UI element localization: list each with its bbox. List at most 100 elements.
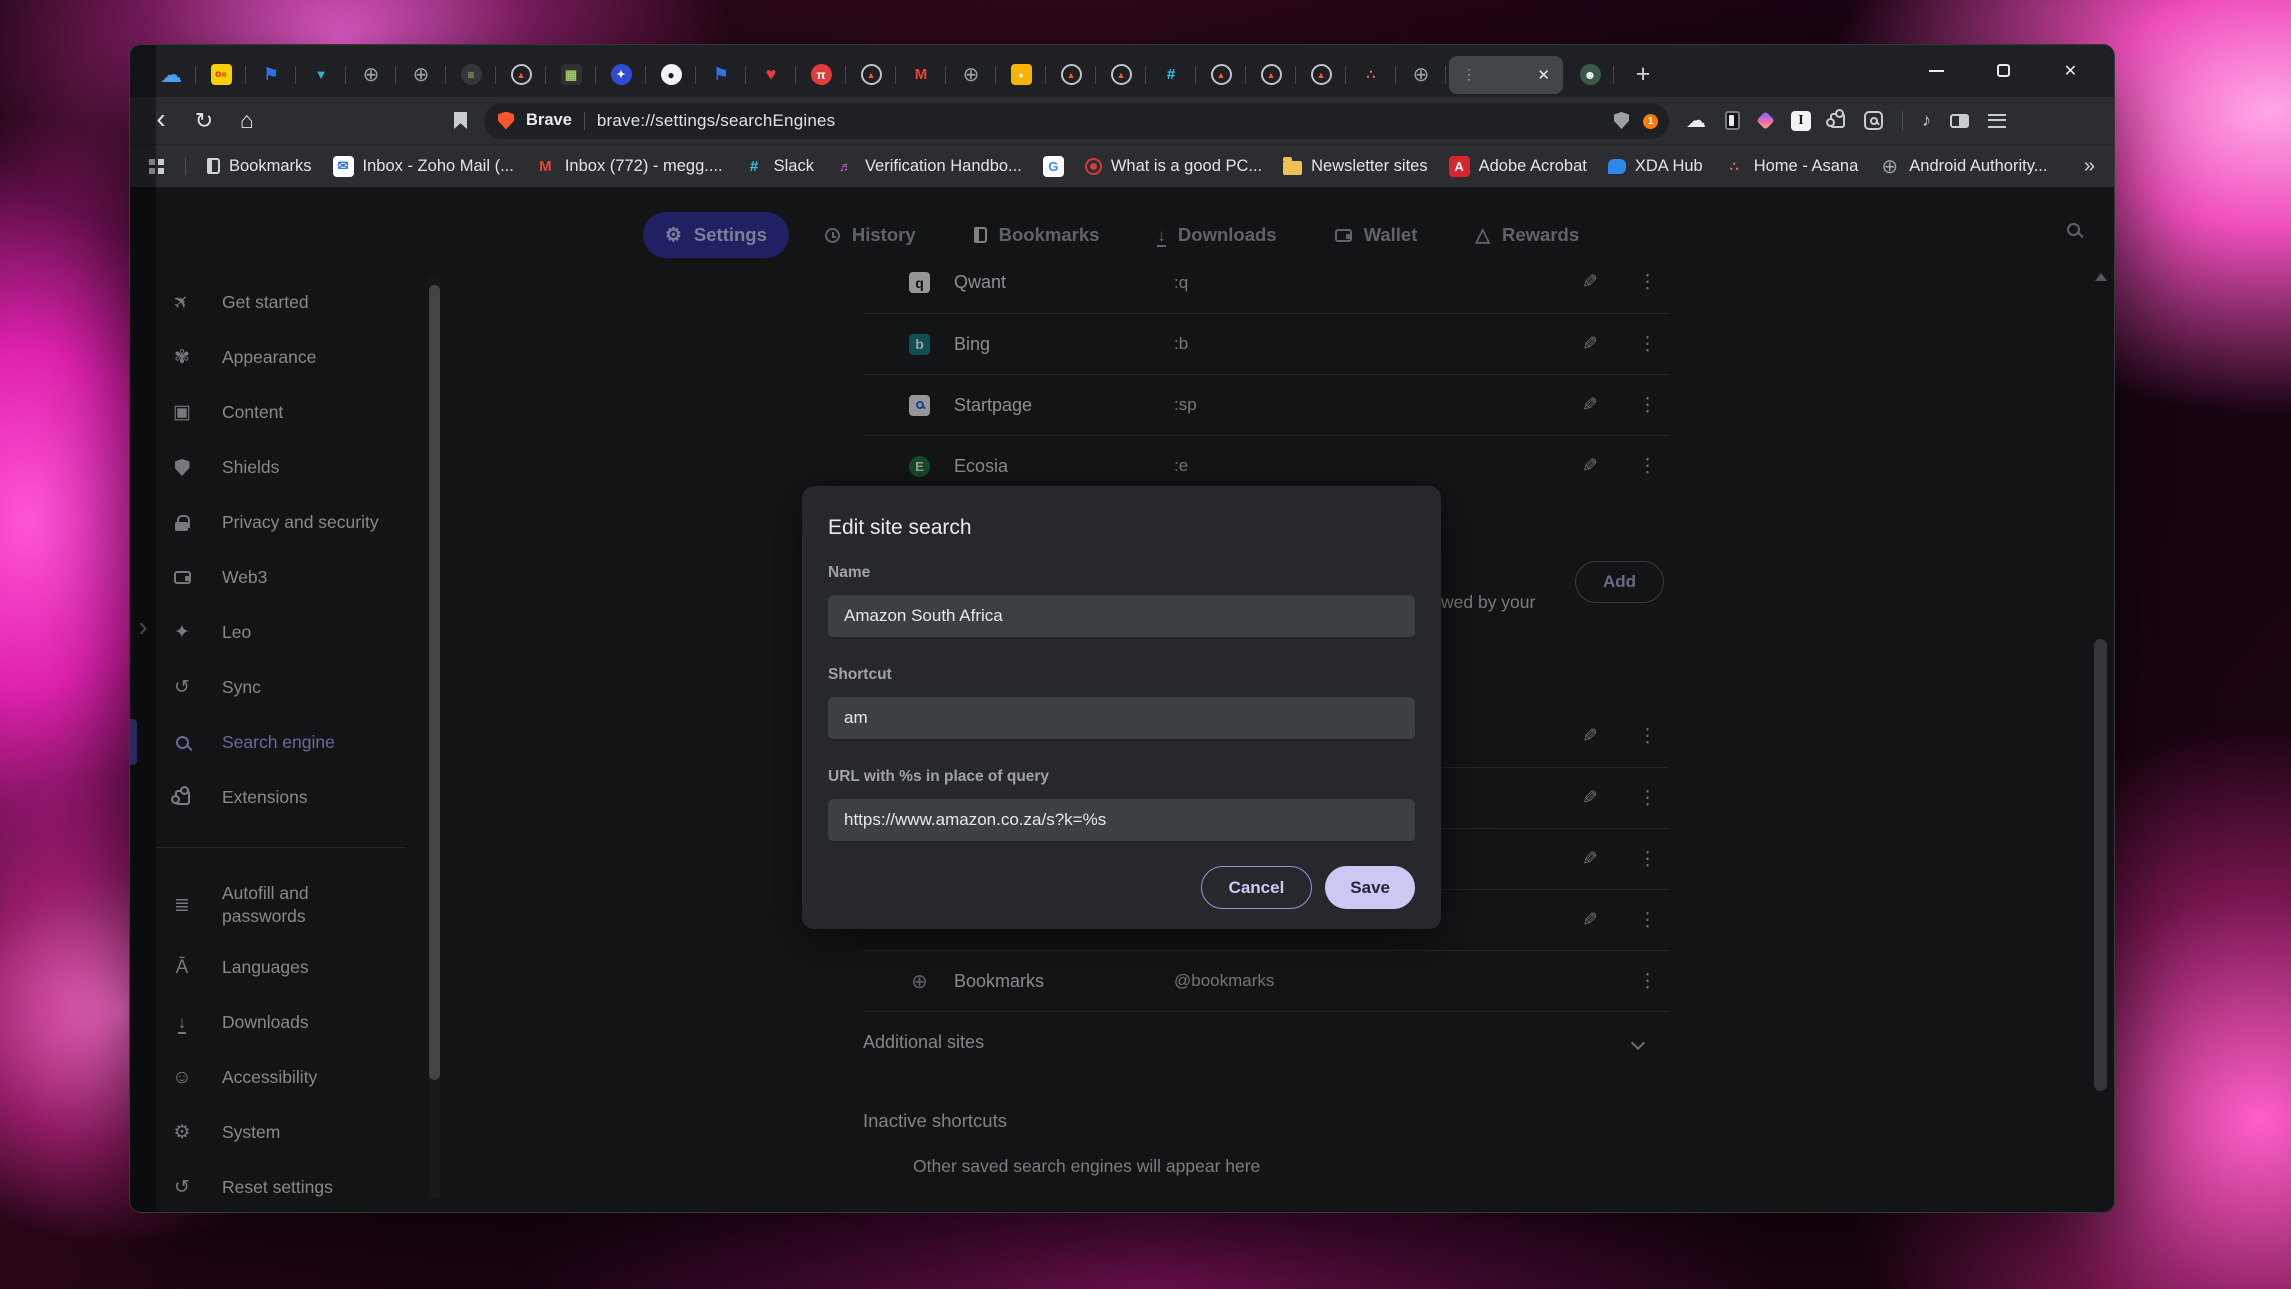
pinned-tab-globe[interactable]: ⊕ [396,57,446,93]
bookmark-label: Inbox (772) - megg.... [565,157,723,176]
settings-page: ⚙SettingsHistoryBookmarks↓DownloadsWalle… [130,187,2114,1212]
url-text[interactable]: brave://settings/searchEngines [597,111,835,131]
globe-icon: ⊕ [411,64,432,85]
slack-icon: # [744,156,765,177]
maximize-button[interactable] [1970,45,2037,96]
pinned-tab-brave[interactable]: ▲ [1196,57,1246,93]
pinned-tab-brave[interactable]: ▲ [1246,57,1296,93]
pinned-tab-globe[interactable]: ⊕ [946,57,996,93]
menu-icon[interactable] [1988,114,2006,128]
globe-icon: ⊕ [961,64,982,85]
book-icon [207,158,220,174]
bookmark-item-android-authority[interactable]: ⊕Android Authority... [1879,156,2047,177]
bookmark-item-verification-handbo[interactable]: ♬Verification Handbo... [835,156,1022,177]
brave-icon: ▲ [511,64,532,85]
brave-icon: ▲ [1311,64,1332,85]
bookmark-label: Inbox - Zoho Mail (... [363,157,514,176]
pinned-tab-brave[interactable]: ▲ [846,57,896,93]
pinned-tab-server[interactable]: ≡ [446,57,496,93]
site-button-label[interactable]: Brave [526,111,572,130]
reload-button[interactable]: ↻ [191,108,217,134]
pinned-tab-flag[interactable]: ⚑ [246,57,296,93]
minimize-button[interactable] [1903,45,1970,96]
slack-icon: # [1161,64,1182,85]
pinned-tab-sheet[interactable]: ▦ [546,57,596,93]
url-field[interactable]: https://www.amazon.co.za/s?k=%s [828,799,1415,843]
page-search-extension-icon[interactable] [1864,111,1883,130]
music-icon: ♬ [835,156,856,177]
pinned-tab-asana[interactable]: ∴ [1346,57,1396,93]
toolbar: ‹ › ↻ ⌂ Brave brave://settings/searchEng… [130,97,2114,144]
edit-site-search-dialog: Edit site search Name Amazon South Afric… [802,486,1441,929]
extensions-puzzle-icon[interactable] [1830,113,1845,128]
gem-extension-icon[interactable] [1756,111,1774,129]
active-tab[interactable]: ⋮ ✕ [1449,56,1563,94]
active-tab-title: ⋮ [1462,66,1476,83]
pinned-tab-gmail[interactable]: M [896,57,946,93]
cancel-button[interactable]: Cancel [1201,866,1313,909]
zoho-icon: o» [211,64,232,85]
pinned-tab-heart[interactable]: ♥ [746,57,796,93]
bookmark-item-newsletter-sites[interactable]: Newsletter sites [1283,157,1427,176]
pinned-tab-brave[interactable]: ▲ [496,57,546,93]
close-button[interactable]: ✕ [2037,45,2104,96]
pinned-tab-github[interactable]: ● [646,57,696,93]
bookmark-label: Bookmarks [229,157,312,176]
pinned-tab-zoho[interactable]: o» [196,57,246,93]
pinned-tab-torii[interactable]: π [796,57,846,93]
torii-icon: π [811,64,832,85]
media-control-icon[interactable]: ♪ [1922,110,1931,131]
rewards-badge: 1 [1643,114,1658,129]
bookmark-item-inbox-zoho-mail[interactable]: ✉Inbox - Zoho Mail (... [333,156,514,177]
pinned-tab-brave[interactable]: ▲ [1296,57,1346,93]
tab-close-icon[interactable]: ✕ [1537,66,1550,84]
profile-tab[interactable]: ☻ [1566,57,1614,93]
shortcut-field[interactable]: am [828,697,1415,741]
github-icon: ● [661,64,682,85]
search-icon [1870,117,1878,125]
shields-icon[interactable] [1614,112,1629,129]
pinned-tab-keep[interactable]: ● [996,57,1046,93]
name-field[interactable]: Amazon South Africa [828,595,1415,639]
cloud-extension-icon[interactable]: ☁ [1686,108,1706,133]
profile-avatar-icon: ☻ [1580,64,1601,85]
save-button[interactable]: Save [1325,866,1415,909]
bookmarks-separator [185,157,186,175]
home-button[interactable]: ⌂ [234,107,260,134]
pinned-tab-flag[interactable]: ⚑ [696,57,746,93]
bookmark-label: XDA Hub [1635,157,1703,176]
globe-icon: ⊕ [1879,156,1900,177]
pinned-tab-globe[interactable]: ⊕ [346,57,396,93]
bookmark-item-bookmarks[interactable]: Bookmarks [207,157,312,176]
i-extension-icon[interactable]: I [1791,111,1811,131]
pinned-tab-slack[interactable]: # [1146,57,1196,93]
address-bar[interactable]: Brave brave://settings/searchEngines 1 [484,103,1669,139]
minimize-icon [1929,70,1944,72]
bookmark-ribbon-icon[interactable] [454,112,467,129]
reading-list-extension-icon[interactable] [1725,111,1740,130]
sidebar-toggle-icon[interactable] [1950,114,1969,128]
brave-site-shield-icon[interactable] [498,112,514,130]
window-controls: ✕ [1903,45,2104,96]
bookmarks-overflow-button[interactable]: » [2084,155,2095,178]
pinned-tab-globe[interactable]: ⊕ [1396,57,1446,93]
pinned-tab-send[interactable]: ▼ [296,57,346,93]
pinned-tab-brave[interactable]: ▲ [1046,57,1096,93]
bookmark-item-slack[interactable]: #Slack [744,156,814,177]
pinned-tab-rocket[interactable]: ✦ [596,57,646,93]
brave-icon: ▲ [1061,64,1082,85]
bookmark-item-home-asana[interactable]: ∴Home - Asana [1724,156,1859,177]
tab-strip: ☁o»⚑▼⊕⊕≡▲▦✦●⚑♥π▲M⊕●▲▲#▲▲▲∴⊕ ⋮ ✕ ☻ + ✕ [130,45,2114,97]
asana-icon: ∴ [1361,64,1382,85]
bookmark-item-what-is-a-good-pc[interactable]: What is a good PC... [1085,157,1262,176]
new-tab-button[interactable]: + [1622,57,1664,93]
name-label: Name [828,564,1415,582]
bookmark-label: What is a good PC... [1111,157,1262,176]
bookmark-item-google[interactable]: G [1043,156,1064,177]
pinned-tab-brave[interactable]: ▲ [1096,57,1146,93]
bookmark-item-adobe-acrobat[interactable]: AAdobe Acrobat [1449,156,1587,177]
asana-icon: ∴ [1724,156,1745,177]
bookmark-item-inbox-772-megg[interactable]: MInbox (772) - megg.... [535,156,723,177]
bookmark-item-xda-hub[interactable]: XDA Hub [1608,157,1703,176]
maximize-icon [1997,64,2010,77]
